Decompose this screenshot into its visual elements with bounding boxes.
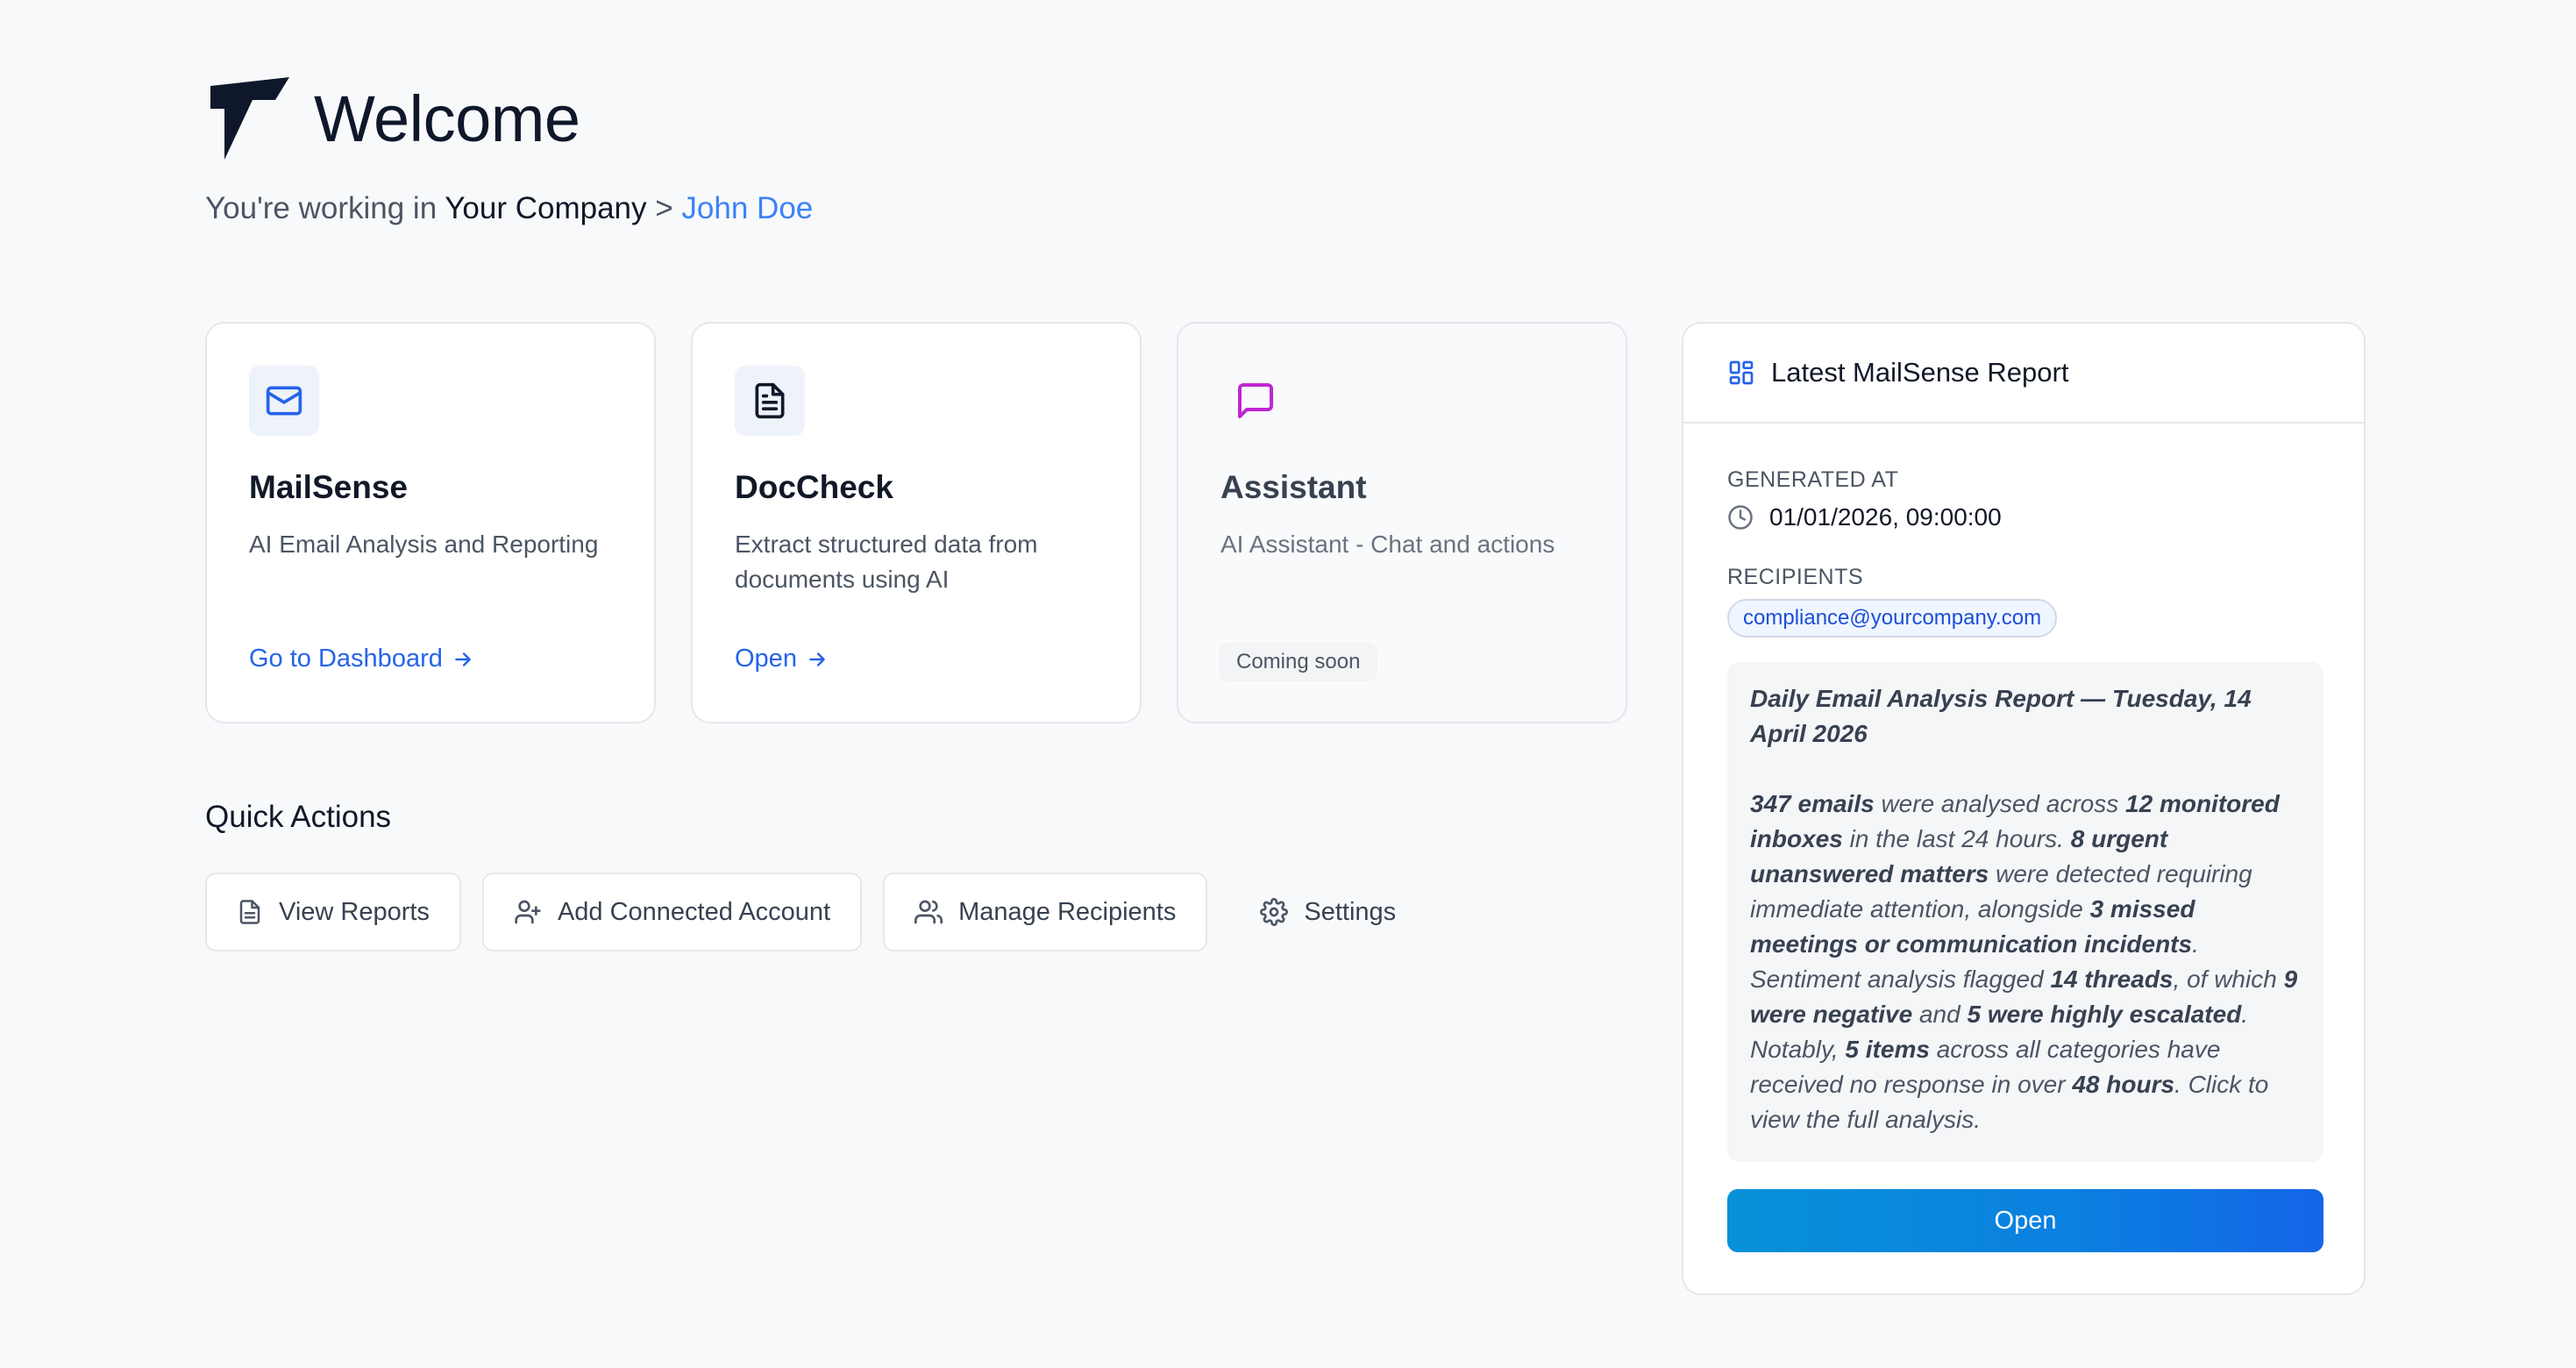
summary-text: and — [1912, 1001, 1968, 1028]
quick-actions-title: Quick Actions — [205, 800, 392, 834]
page-header: Welcome — [205, 77, 580, 160]
summary-text: in the last 24 hours. — [1842, 825, 2071, 852]
summary-body: 347 emails were analysed across 12 monit… — [1750, 787, 2301, 1137]
link-label: Open — [735, 645, 797, 673]
arrow-right-icon — [455, 652, 471, 666]
generated-at-value: 01/01/2026, 09:00:00 — [1727, 503, 2002, 531]
brand-logo-icon — [210, 77, 289, 160]
link-label: Go to Dashboard — [249, 645, 443, 673]
report-header: Latest MailSense Report — [1683, 324, 2364, 424]
doccheck-open-link[interactable]: Open — [735, 645, 829, 673]
user-plus-icon — [515, 900, 541, 924]
card-title: DocCheck — [735, 469, 893, 505]
button-label: View Reports — [279, 897, 430, 926]
arrow-right-icon — [809, 652, 825, 666]
document-icon — [735, 366, 805, 436]
button-label: Settings — [1304, 897, 1397, 926]
summary-emails: 347 emails — [1750, 790, 1875, 817]
dashboard-grid-icon — [1729, 360, 1754, 385]
button-label: Manage Recipients — [958, 897, 1177, 926]
page-title: Welcome — [314, 82, 580, 155]
summary-text: were analysed across — [1874, 790, 2126, 817]
button-label: Add Connected Account — [557, 897, 831, 926]
report-title: Latest MailSense Report — [1771, 357, 2069, 388]
card-title: MailSense — [249, 469, 408, 505]
summary-items: 5 items — [1845, 1036, 1930, 1063]
open-report-button[interactable]: Open — [1727, 1189, 2323, 1252]
summary-text: , of which — [2173, 965, 2284, 993]
breadcrumb-prefix: You're working in — [205, 191, 438, 225]
card-description: AI Email Analysis and Reporting — [249, 531, 599, 558]
file-icon — [239, 900, 260, 924]
recipient-chip[interactable]: compliance@yourcompany.com — [1727, 599, 2058, 638]
welcome-page: Welcome You're working in Your Company >… — [0, 0, 2576, 1368]
recipients-label: RECIPIENTS — [1727, 565, 1864, 589]
summary-hours: 48 hours — [2072, 1071, 2175, 1098]
view-reports-button[interactable]: View Reports — [205, 873, 461, 951]
breadcrumb-separator: > — [655, 191, 673, 225]
summary-escalated: 5 were highly escalated — [1967, 1001, 2242, 1028]
card-description: Extract structured data from documents u… — [735, 531, 1038, 593]
manage-recipients-button[interactable]: Manage Recipients — [883, 873, 1208, 951]
add-connected-account-button[interactable]: Add Connected Account — [481, 873, 863, 951]
assistant-card: Assistant AI Assistant - Chat and action… — [1177, 322, 1627, 723]
breadcrumb-company[interactable]: Your Company — [445, 191, 646, 225]
clock-icon — [1728, 505, 1753, 530]
chat-icon — [1220, 366, 1291, 436]
report-summary: Daily Email Analysis Report — Tuesday, 1… — [1727, 662, 2323, 1162]
mailsense-card: MailSense AI Email Analysis and Reportin… — [205, 322, 656, 723]
settings-button[interactable]: Settings — [1228, 873, 1427, 951]
gear-icon — [1260, 898, 1289, 926]
summary-title: Daily Email Analysis Report — Tuesday, 1… — [1750, 685, 2252, 747]
coming-soon-badge: Coming soon — [1219, 643, 1378, 681]
quick-actions-bar: View Reports Add Connected Account Manag… — [205, 873, 1448, 951]
card-title: Assistant — [1220, 469, 1367, 505]
summary-threads: 14 threads — [2050, 965, 2174, 993]
generated-at-text: 01/01/2026, 09:00:00 — [1769, 503, 2002, 531]
card-description: AI Assistant - Chat and actions — [1220, 531, 1555, 558]
go-to-dashboard-link[interactable]: Go to Dashboard — [249, 645, 474, 673]
latest-report-panel: Latest MailSense Report GENERATED AT 01/… — [1682, 322, 2366, 1295]
doccheck-card: DocCheck Extract structured data from do… — [691, 322, 1142, 723]
mail-icon — [249, 366, 319, 436]
users-icon — [914, 900, 943, 924]
breadcrumb-user[interactable]: John Doe — [681, 191, 813, 225]
workspace-breadcrumb: You're working in Your Company > John Do… — [205, 191, 813, 226]
generated-at-label: GENERATED AT — [1727, 467, 1899, 492]
